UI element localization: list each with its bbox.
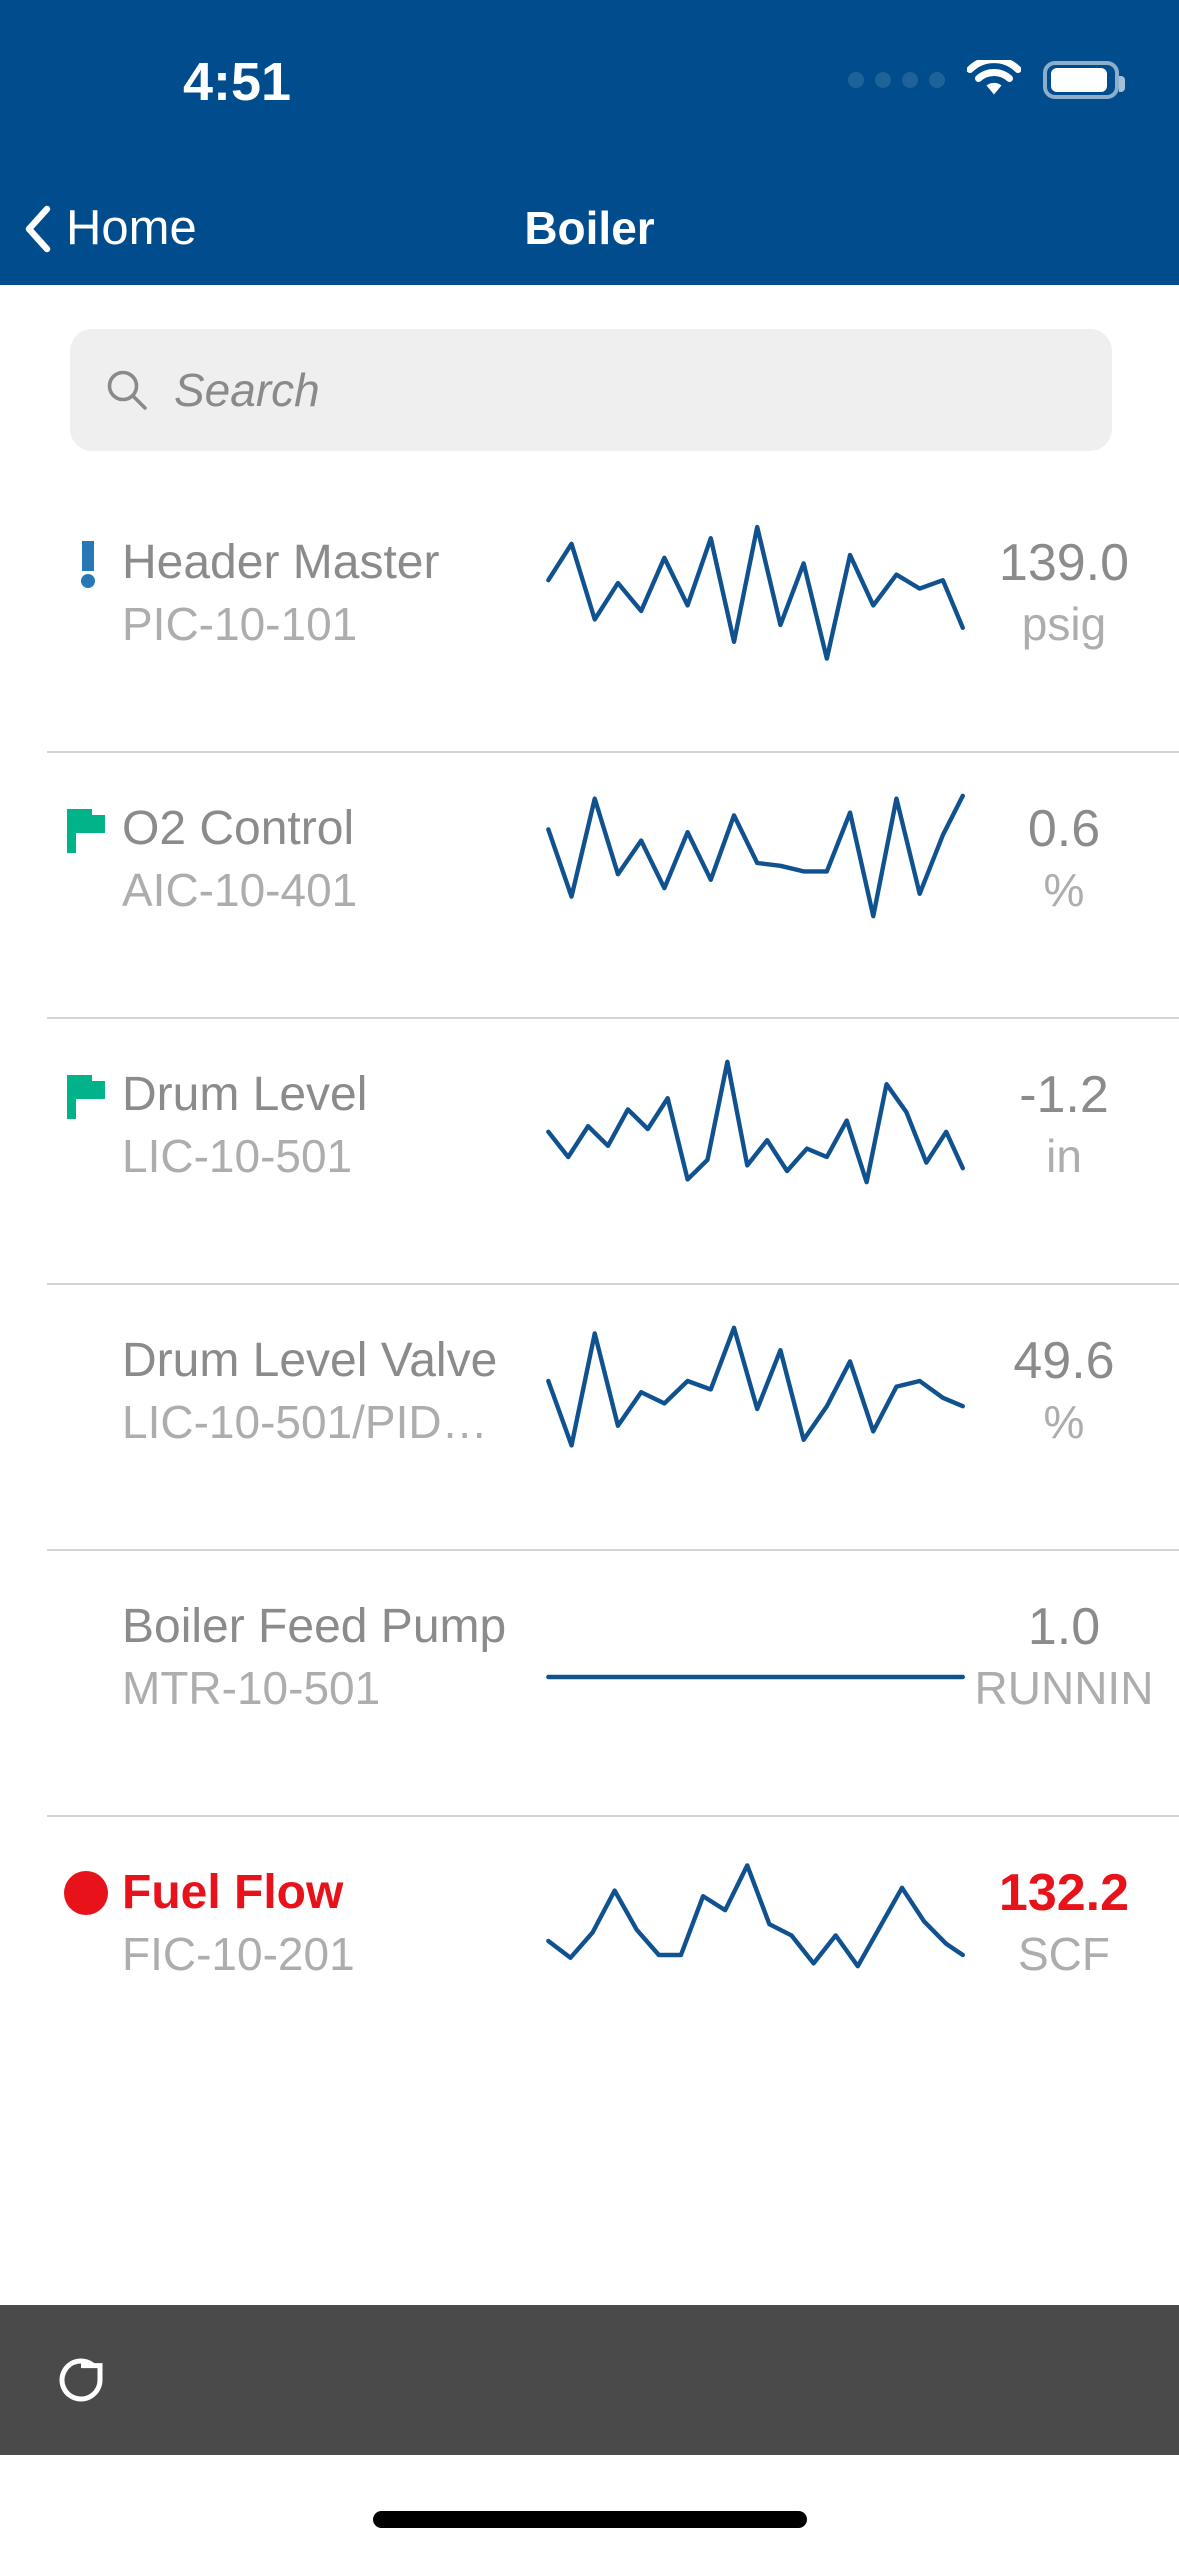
list-item-unit: SCF	[1018, 1928, 1110, 1980]
home-indicator-area	[0, 2455, 1179, 2556]
list-item[interactable]: Drum Level LIC-10-501 -1.2 in	[0, 1017, 1179, 1283]
circle-alarm-icon	[60, 1867, 116, 1923]
list-item-label-cell: Header Master PIC-10-101	[0, 485, 545, 654]
list-item[interactable]: Header Master PIC-10-101 139.0 psig	[0, 485, 1179, 751]
search-section: Search	[0, 285, 1179, 485]
search-icon	[104, 367, 150, 413]
navigation-bar: Home Boiler	[0, 172, 1179, 285]
list-item-value: 49.6	[1013, 1332, 1115, 1390]
battery-icon	[1043, 61, 1125, 99]
list-item-value-cell: 139.0 psig	[965, 485, 1179, 653]
list-item-name: Header Master	[122, 536, 440, 589]
list-item-name: Fuel Flow	[122, 1866, 344, 1919]
sparkline-chart	[545, 1815, 965, 2081]
cellular-dots-icon	[848, 72, 945, 88]
list-item-tag: LIC-10-501/PID…	[122, 1396, 488, 1448]
list-item-value: 0.6	[1027, 800, 1101, 858]
list-item-tag: PIC-10-101	[122, 598, 358, 650]
home-indicator-bar[interactable]	[372, 2511, 807, 2528]
list-item-label-cell: Drum Level LIC-10-501	[0, 1017, 545, 1186]
list-item[interactable]: Fuel Flow FIC-10-201 132.2 SCF	[0, 1815, 1179, 2081]
sparkline-chart	[545, 1549, 965, 1815]
list-item[interactable]: Boiler Feed Pump MTR-10-501 1.0 RUNNIN	[0, 1549, 1179, 1815]
refresh-icon[interactable]	[48, 2347, 114, 2413]
sparkline-chart	[545, 1017, 965, 1283]
list-item-name: Drum Level	[122, 1068, 368, 1121]
bottom-toolbar	[0, 2305, 1179, 2455]
sparkline-chart	[545, 751, 965, 1017]
tag-list: Header Master PIC-10-101 139.0 psig O2 C…	[0, 485, 1179, 2081]
alert-exclamation-icon	[60, 537, 116, 593]
list-item-value-cell: 1.0 RUNNIN	[965, 1549, 1179, 1717]
status-bar-clock: 4:51	[182, 52, 292, 112]
list-item-value-cell: 49.6 %	[965, 1283, 1179, 1451]
list-item-tag: FIC-10-201	[122, 1928, 355, 1980]
list-item-tag: AIC-10-401	[122, 864, 358, 916]
sparkline-chart	[545, 485, 965, 751]
list-item-tag: LIC-10-501	[122, 1130, 353, 1182]
list-item-value: 139.0	[998, 534, 1130, 592]
list-item-value-cell: 0.6 %	[965, 751, 1179, 919]
list-item[interactable]: Drum Level Valve LIC-10-501/PID… 49.6 %	[0, 1283, 1179, 1549]
list-item-unit: psig	[1021, 598, 1107, 650]
list-item-text-stack: Drum Level Valve LIC-10-501/PID…	[0, 1330, 545, 1452]
status-bar: 4:51	[0, 0, 1179, 172]
list-item-value-cell: 132.2 SCF	[965, 1815, 1179, 1983]
list-item-name: O2 Control	[122, 802, 355, 855]
list-item-label-cell: Drum Level Valve LIC-10-501/PID…	[0, 1283, 545, 1452]
list-item-text-stack: Boiler Feed Pump MTR-10-501	[0, 1596, 545, 1718]
list-item-unit: %	[1043, 1396, 1085, 1448]
list-item-value-cell: -1.2 in	[965, 1017, 1179, 1185]
search-input[interactable]: Search	[70, 329, 1112, 451]
page-title: Boiler	[524, 202, 655, 254]
list-item-label-cell: Boiler Feed Pump MTR-10-501	[0, 1549, 545, 1718]
list-item[interactable]: O2 Control AIC-10-401 0.6 %	[0, 751, 1179, 1017]
list-item-name: Drum Level Valve	[122, 1334, 498, 1387]
list-item-unit: in	[1046, 1130, 1082, 1182]
list-item-label-cell: Fuel Flow FIC-10-201	[0, 1815, 545, 1984]
list-item-value: 1.0	[1027, 1598, 1101, 1656]
flag-icon	[60, 1069, 116, 1125]
wifi-icon	[967, 60, 1021, 100]
list-item-name: Boiler Feed Pump	[122, 1600, 507, 1653]
list-item-value: -1.2	[1019, 1066, 1109, 1124]
status-bar-indicators	[848, 60, 1125, 100]
list-item-unit: RUNNIN	[974, 1662, 1154, 1714]
list-item-tag: MTR-10-501	[122, 1662, 381, 1714]
list-item-value: 132.2	[998, 1864, 1130, 1922]
list-item-unit: %	[1043, 864, 1085, 916]
search-placeholder: Search	[174, 364, 320, 416]
flag-icon	[60, 803, 116, 859]
sparkline-chart	[545, 1283, 965, 1549]
list-item-label-cell: O2 Control AIC-10-401	[0, 751, 545, 920]
